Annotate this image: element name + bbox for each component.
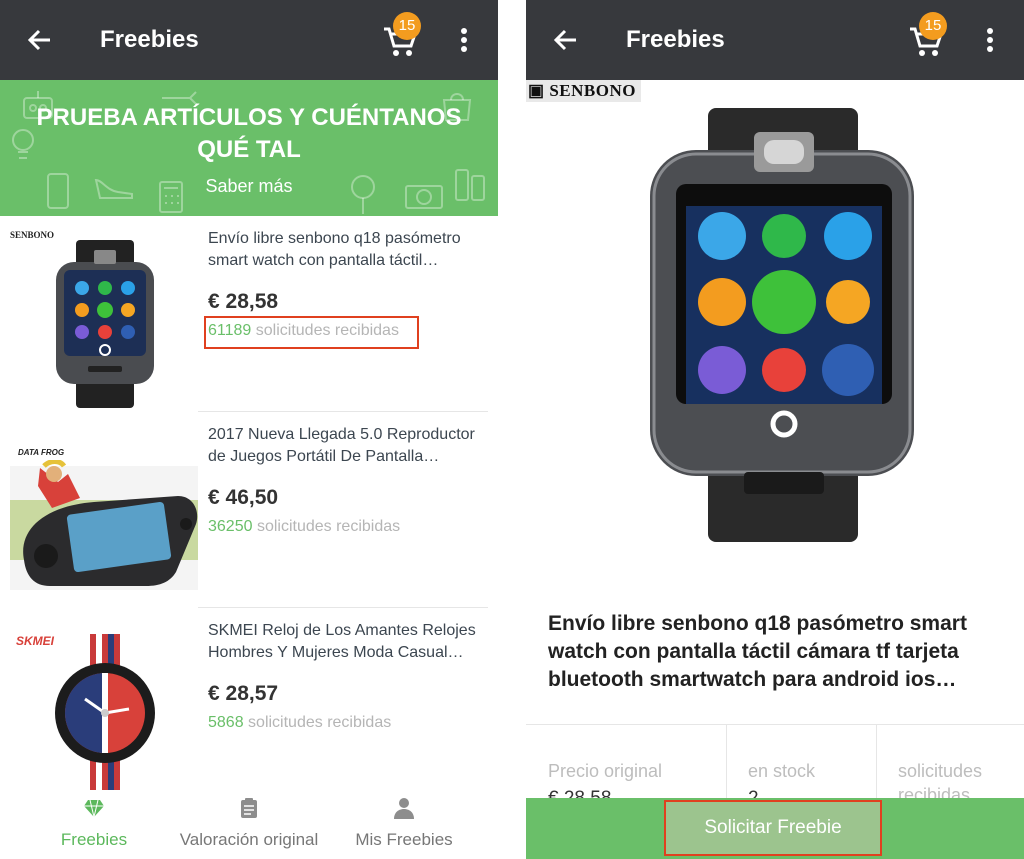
brand-logo: SENBONO (10, 230, 55, 240)
product-price: € 28,58 (208, 290, 279, 313)
request-freebie-button[interactable]: Solicitar Freebie (664, 800, 882, 856)
page-title: Freebies (626, 26, 725, 53)
stat-label: Precio original (548, 761, 663, 781)
nav-freebies[interactable]: Freebies (10, 790, 178, 859)
request-freebie-bar: Solicitar Freebie (526, 798, 1024, 859)
product-card[interactable]: SENBONO Envío libre senbono q18 pasómetr… (0, 216, 498, 412)
stat-label: en stock (748, 761, 816, 781)
nav-label: Valoración original (179, 830, 319, 849)
product-price: € 46,50 (208, 486, 279, 509)
bottom-navigation: Freebies Valoración original Mis Freebie… (0, 790, 498, 859)
person-icon (394, 798, 414, 819)
product-card[interactable]: SKMEI SKMEI Reloj de Los Amantes Relojes… (0, 608, 498, 804)
product-name: 2017 Nueva Llegada 5.0 Reproductor de Ju… (208, 426, 475, 465)
page-title: Freebies (100, 26, 199, 53)
product-thumbnail: DATA FROG (10, 420, 198, 600)
back-arrow-icon[interactable] (550, 24, 582, 56)
cart-count-badge: 15 (919, 12, 947, 40)
handheld-console-image (10, 460, 198, 590)
screen-divider (498, 0, 526, 859)
clipboard-icon (241, 798, 257, 818)
request-count: 36250 solicitudes recibidas (208, 518, 400, 536)
product-title: Envío libre senbono q18 pasómetro smart … (548, 612, 967, 691)
banner-headline: PRUEBA ARTÍCULOS Y CUÉNTANOS QUÉ TAL (36, 104, 462, 163)
product-hero-image (650, 108, 914, 542)
product-list-screen: Freebies 15 PRUEBA ARTÍCULOS Y CUÉNTANOS… (0, 0, 498, 859)
request-number: 5868 (208, 714, 244, 731)
nav-original-review[interactable]: Valoración original (165, 790, 333, 859)
product-price: € 28,57 (208, 682, 279, 705)
request-label: solicitudes recibidas (256, 518, 401, 535)
request-count: 5868 solicitudes recibidas (208, 714, 391, 732)
request-label: solicitudes recibidas (248, 714, 392, 731)
brand-logo: ▣ SENBONO (526, 80, 641, 102)
request-count-highlight-box (204, 316, 419, 349)
brand-logo: SKMEI (16, 634, 55, 648)
request-number: 36250 (208, 518, 253, 535)
product-name: SKMEI Reloj de Los Amantes Relojes Hombr… (208, 622, 476, 661)
product-detail-screen: Freebies 15 ▣ SENBONO Envío libre senbon… (526, 0, 1024, 859)
diamond-icon (84, 799, 104, 818)
product-thumbnail: SENBONO (10, 224, 198, 408)
product-name: Envío libre senbono q18 pasómetro smart … (208, 230, 461, 269)
product-card[interactable]: DATA FROG 2017 Nueva Llegada 5.0 Reprodu… (0, 412, 498, 608)
product-thumbnail: SKMEI (10, 616, 198, 796)
learn-more-link[interactable]: Saber más (0, 176, 498, 197)
nav-label: Freebies (60, 830, 128, 849)
app-bar: Freebies 15 (0, 0, 498, 80)
nav-label: Mis Freebies (355, 830, 453, 849)
smartwatch-image (56, 240, 154, 408)
more-options-icon[interactable] (978, 26, 1002, 54)
nav-my-freebies[interactable]: Mis Freebies (320, 790, 488, 859)
wristwatch-image (55, 634, 155, 792)
app-bar: Freebies 15 (526, 0, 1024, 80)
more-options-icon[interactable] (452, 26, 476, 54)
brand-name: SENBONO (549, 81, 636, 100)
brand-logo: DATA FROG (18, 448, 65, 457)
cart-count-badge: 15 (393, 12, 421, 40)
promo-banner[interactable]: PRUEBA ARTÍCULOS Y CUÉNTANOS QUÉ TAL Sab… (0, 80, 498, 216)
back-arrow-icon[interactable] (24, 24, 56, 56)
